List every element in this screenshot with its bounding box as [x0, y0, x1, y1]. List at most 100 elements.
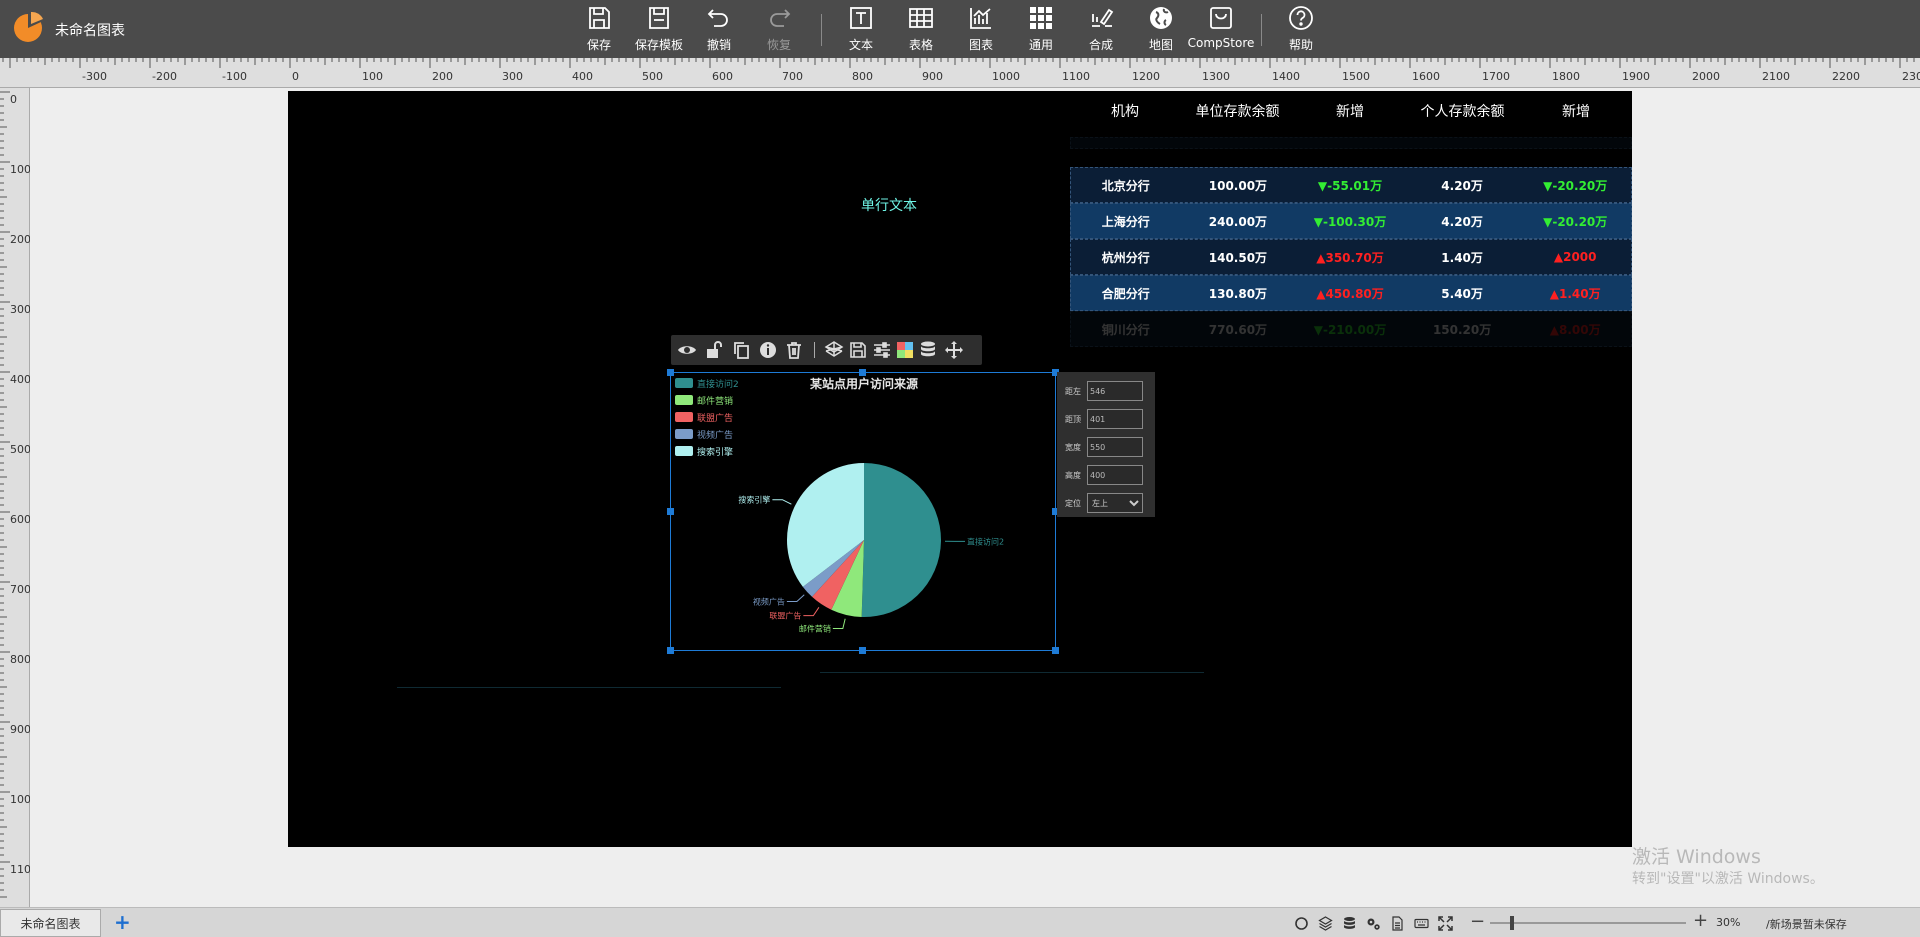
prop-left-input[interactable]: [1087, 381, 1143, 401]
compstore-button[interactable]: CompStore: [1188, 4, 1254, 54]
trash-icon[interactable]: [784, 340, 804, 360]
legend-swatch: [675, 378, 693, 388]
document-icon[interactable]: [1390, 916, 1405, 931]
ruler-label: 200: [10, 233, 30, 246]
layer-icon[interactable]: [824, 340, 844, 360]
compose-label: 合成: [1088, 38, 1113, 52]
save-label: 保存: [586, 38, 611, 52]
table-row[interactable]: 合肥分行 130.80万 ▲450.80万 5.40万 ▲1.40万: [1070, 275, 1632, 311]
layers-icon[interactable]: [1318, 916, 1333, 931]
chart-button[interactable]: 图表: [951, 4, 1011, 54]
legend-swatch: [675, 412, 693, 422]
legend-item[interactable]: 联盟广告: [675, 411, 733, 424]
save-template-label: 保存模板: [634, 38, 683, 52]
data-table[interactable]: 机构 单位存款余额 新增 个人存款余额 新增 北京分行 100.00万 ▼-55…: [1070, 91, 1632, 347]
table-row[interactable]: 上海分行 240.00万 ▼-100.30万 4.20万 ▼-20.20万: [1070, 203, 1632, 239]
database-icon[interactable]: [1342, 916, 1357, 931]
table-row[interactable]: 杭州分行 140.50万 ▲350.70万 1.40万 ▲2000: [1070, 239, 1632, 275]
legend-swatch: [675, 429, 693, 439]
save-template-button[interactable]: 保存模板: [629, 4, 689, 54]
ruler-label: 500: [642, 70, 663, 83]
pie-slice-label: 联盟广告: [769, 611, 801, 621]
legend-item[interactable]: 邮件营销: [675, 394, 733, 407]
eye-icon[interactable]: [677, 340, 697, 360]
circle-icon[interactable]: [1294, 916, 1309, 931]
copy-icon[interactable]: [731, 340, 751, 360]
settings-icon[interactable]: [1366, 916, 1381, 931]
prop-top-input[interactable]: [1087, 409, 1143, 429]
resize-handle-bottom-left[interactable]: [667, 647, 674, 654]
prop-position-select[interactable]: 左上: [1087, 493, 1143, 513]
palette-icon[interactable]: [895, 340, 915, 360]
cell-unit: 100.00万: [1208, 178, 1268, 193]
zoom-slider-handle[interactable]: [1510, 916, 1514, 930]
zoom-out-button[interactable]: −: [1470, 911, 1485, 932]
horizontal-ruler[interactable]: -300 -200 -100 0 100 200 300 400 500 600 700 800 900…: [0, 58, 1920, 88]
pie-slice[interactable]: [861, 463, 941, 617]
save-status: /新场景暂未保存: [1766, 918, 1847, 931]
ruler-label: 900: [922, 70, 943, 83]
keyboard-icon[interactable]: [1414, 916, 1429, 931]
legend-item[interactable]: 视频广告: [675, 428, 733, 441]
pie-chart-widget[interactable]: 直接访问2 邮件营销 联盟广告 视频广告 搜索引擎 某站点用户访问来源 直接访问2 邮件…: [670, 372, 1056, 651]
legend-swatch: [675, 446, 693, 456]
activation-watermark-subtitle: 转到"设置"以激活 Windows。: [1632, 871, 1824, 887]
vertical-ruler[interactable]: 0 100 200 300 400 500 600 700 800 900 1000 1100: [0, 88, 30, 908]
pie-slice-label: 直接访问2: [967, 536, 1004, 546]
cell-personal-new: ▼-20.20万: [1543, 214, 1608, 229]
header-personal-new: 新增: [1562, 104, 1590, 120]
text-button[interactable]: 文本: [831, 4, 891, 54]
scene-tab[interactable]: 未命名图表: [0, 909, 101, 937]
resize-handle-bottom-right[interactable]: [1052, 647, 1059, 654]
table-row[interactable]: 北京分行 100.00万 ▼-55.01万 4.20万 ▼-20.20万: [1070, 167, 1632, 203]
info-icon[interactable]: [758, 340, 778, 360]
legend-item[interactable]: 直接访问2: [675, 377, 739, 390]
table-header: 机构 单位存款余额 新增 个人存款余额 新增: [1070, 91, 1632, 131]
save-icon[interactable]: [848, 340, 868, 360]
redo-button[interactable]: 恢复: [749, 4, 809, 54]
ruler-label: 1500: [1342, 70, 1370, 83]
resize-handle-top[interactable]: [859, 369, 866, 376]
undo-button[interactable]: 撤销: [689, 4, 749, 54]
unlock-icon[interactable]: [704, 340, 724, 360]
single-line-text[interactable]: 单行文本: [861, 195, 917, 215]
ruler-label: -200: [152, 70, 177, 83]
cell-personal: 1.40万: [1441, 250, 1483, 265]
map-label: 地图: [1148, 38, 1173, 52]
database-icon[interactable]: [918, 340, 938, 360]
save-button[interactable]: 保存: [569, 4, 629, 54]
zoom-slider-track[interactable]: [1490, 922, 1686, 924]
properties-panel: 距左 距顶 宽度 高度 定位 左上: [1057, 372, 1155, 517]
resize-handle-bottom[interactable]: [859, 647, 866, 654]
prop-height-input[interactable]: [1087, 465, 1143, 485]
table-button[interactable]: 表格: [891, 4, 951, 54]
ruler-label: 1600: [1412, 70, 1440, 83]
help-button[interactable]: 帮助: [1271, 4, 1331, 54]
table-row[interactable]: 铜川分行 770.60万 ▼-210.00万 150.20万 ▲8.00万: [1070, 311, 1632, 347]
chart-label: 图表: [968, 38, 993, 52]
map-button[interactable]: 地图: [1131, 4, 1191, 54]
fullscreen-icon[interactable]: [1438, 916, 1453, 931]
add-scene-button[interactable]: +: [114, 910, 131, 934]
general-button[interactable]: 通用: [1011, 4, 1071, 54]
zoom-in-button[interactable]: +: [1693, 910, 1708, 931]
resize-handle-left[interactable]: [667, 508, 674, 515]
ruler-label: 1000: [992, 70, 1020, 83]
pie-slice-label: 邮件营销: [799, 624, 831, 634]
ruler-label: 700: [10, 583, 30, 596]
prop-width-input[interactable]: [1087, 437, 1143, 457]
move-icon[interactable]: [944, 340, 964, 360]
header-unit-new: 新增: [1336, 104, 1364, 120]
legend-item[interactable]: 搜索引擎: [675, 445, 733, 458]
sliders-icon[interactable]: [872, 340, 892, 360]
ruler-label: 700: [782, 70, 803, 83]
cell-unit: 770.60万: [1208, 322, 1268, 337]
compose-button[interactable]: 合成: [1071, 4, 1131, 54]
header-personal-deposit: 个人存款余额: [1420, 104, 1505, 120]
resize-handle-top-left[interactable]: [667, 369, 674, 376]
prop-height-label: 高度: [1065, 470, 1081, 480]
ruler-label: 1100: [1062, 70, 1090, 83]
cell-personal: 150.20万: [1432, 322, 1492, 337]
ruler-label: 0: [10, 93, 17, 106]
faint-divider: [820, 672, 1204, 673]
